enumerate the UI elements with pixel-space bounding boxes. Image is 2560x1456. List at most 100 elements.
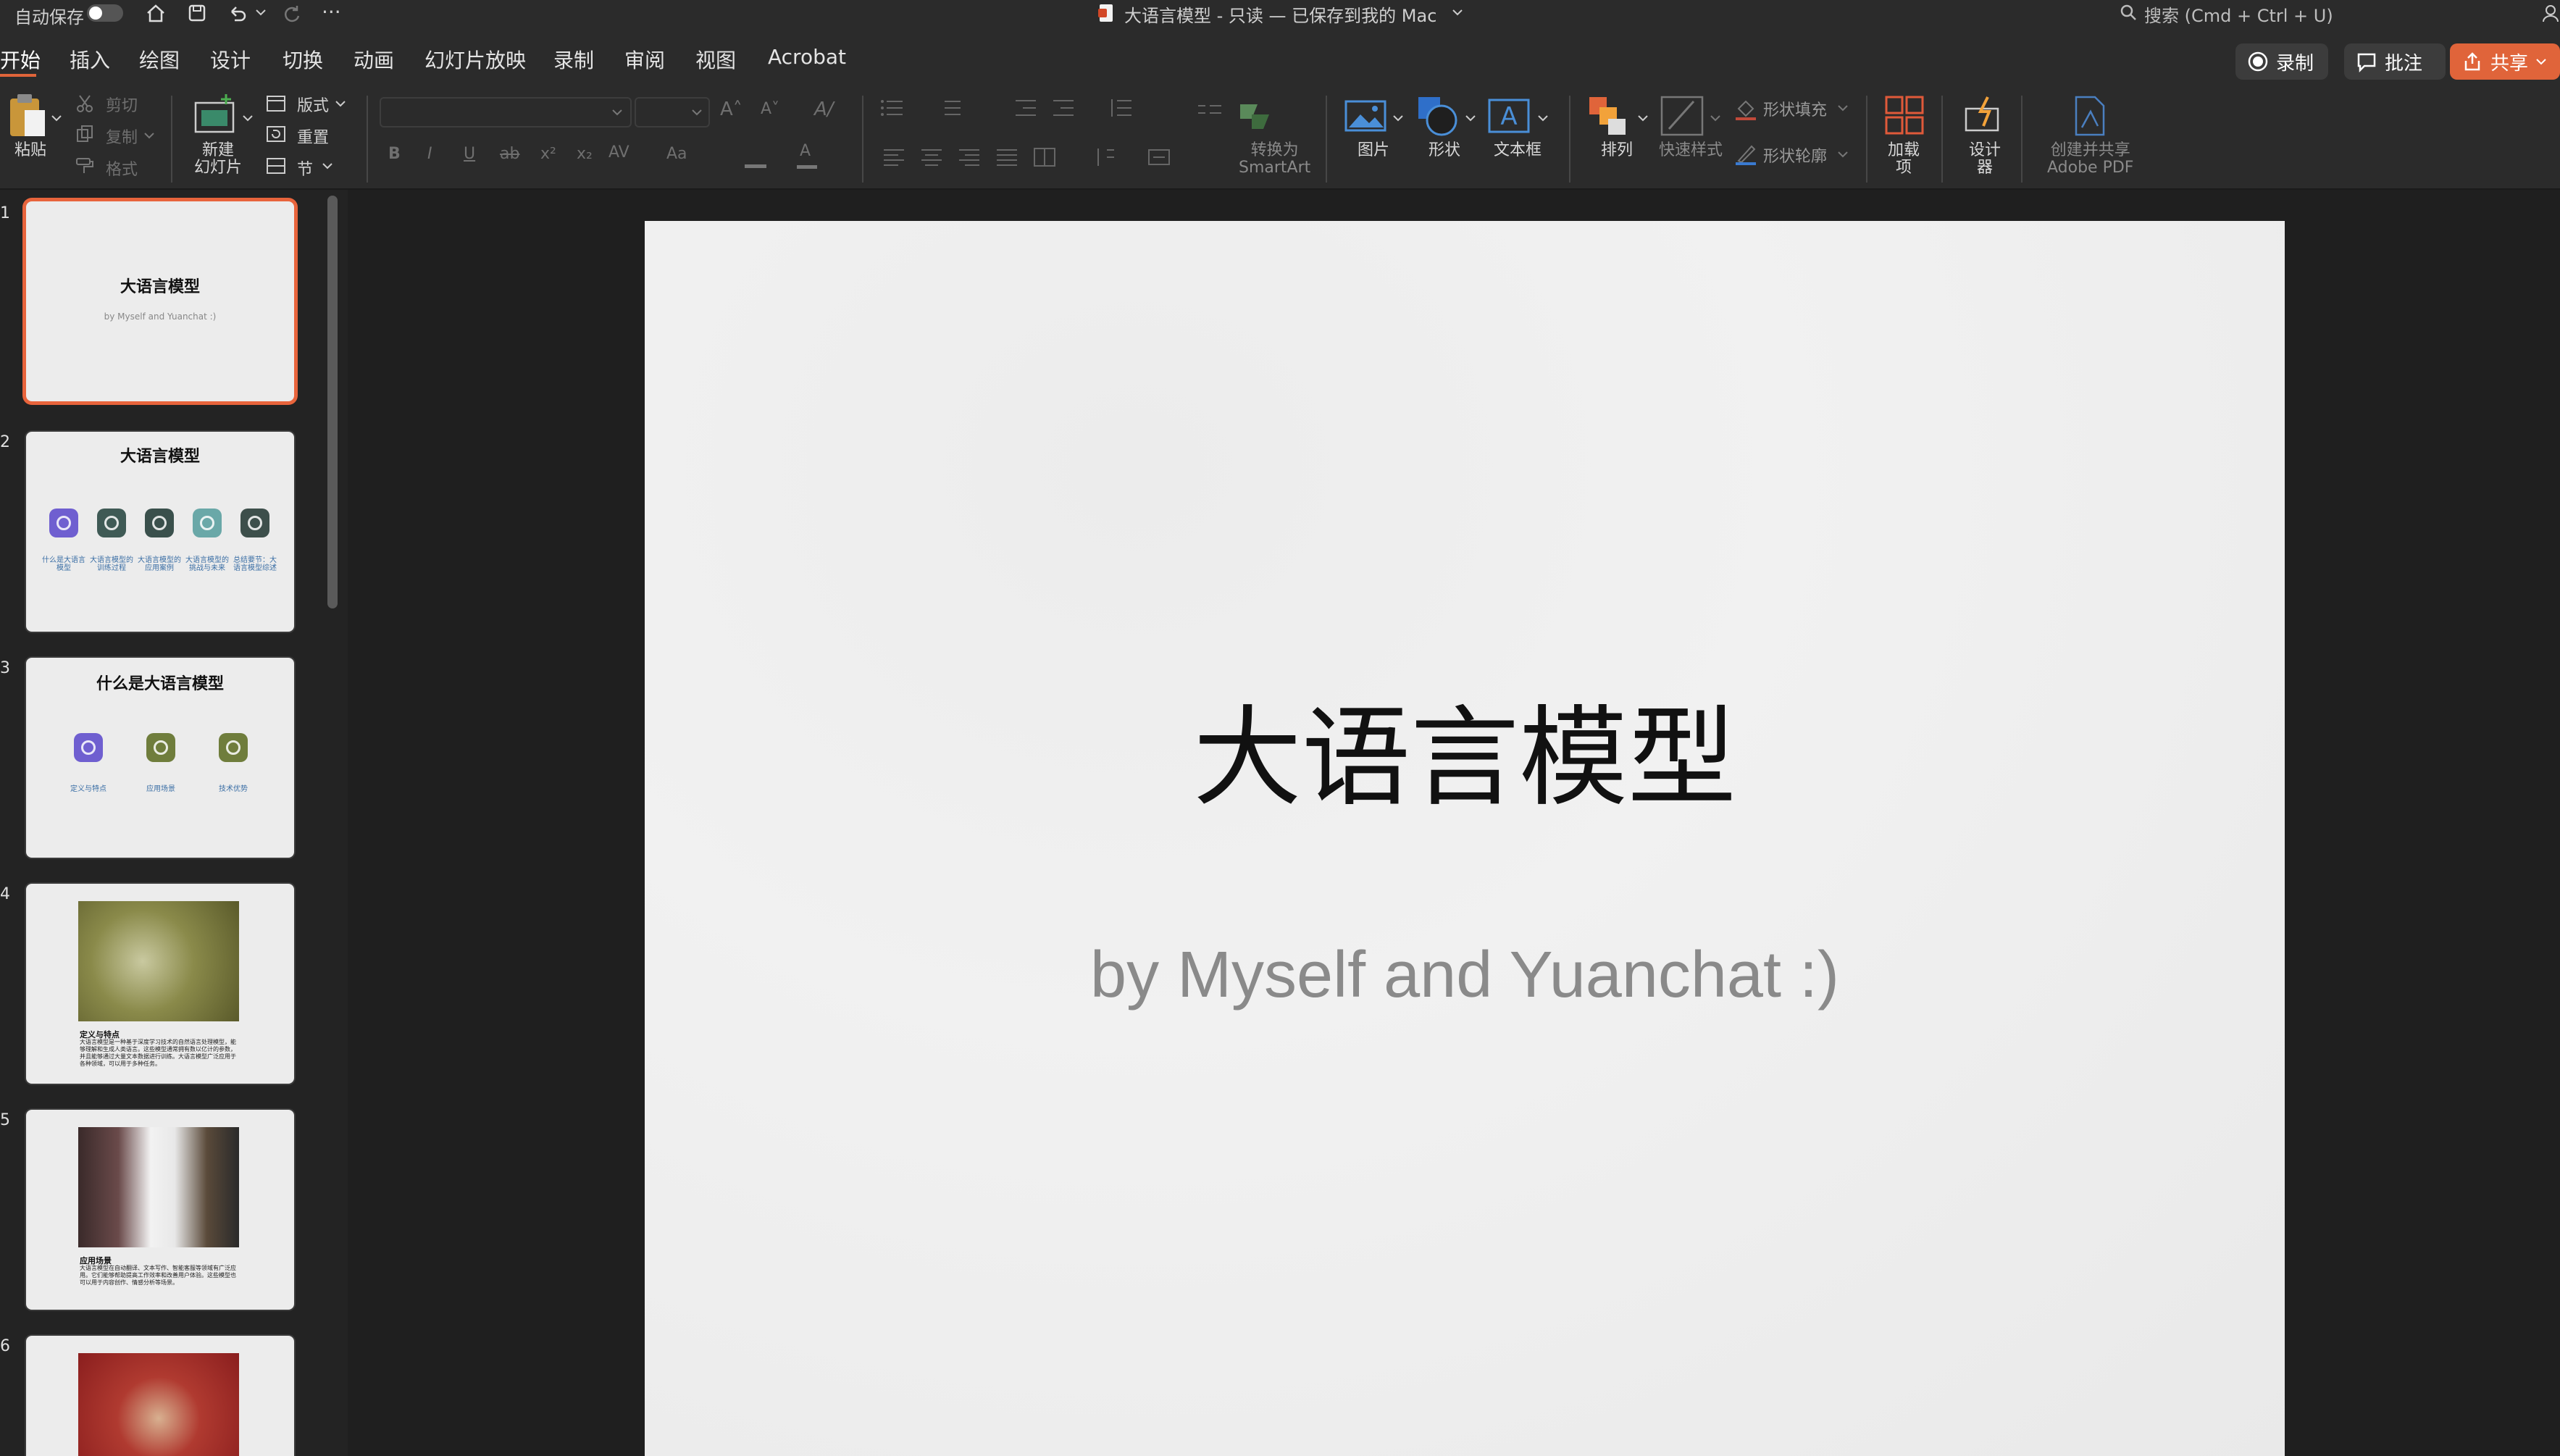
sidebar-scrollbar[interactable] — [327, 196, 338, 608]
record-button[interactable]: 录制 — [2235, 43, 2328, 80]
arrange-dropdown-icon[interactable] — [1637, 113, 1649, 123]
tab-review[interactable]: 审阅 — [624, 45, 665, 74]
text-direction-icon[interactable] — [1092, 146, 1117, 168]
shape-fill-dropdown-icon[interactable] — [1837, 103, 1849, 113]
font-size-select[interactable] — [635, 97, 710, 127]
search-box[interactable]: 搜索 (Cmd + Ctrl + U) — [2112, 0, 2518, 26]
strikethrough-icon[interactable]: ab — [500, 145, 519, 163]
subscript-icon[interactable]: x₂ — [577, 145, 593, 163]
italic-icon[interactable]: I — [427, 145, 432, 163]
home-icon[interactable] — [145, 3, 167, 23]
slide-thumbnail-4[interactable]: 定义与特点 大语言模型是一种基于深度学习技术的自然语言处理模型，能够理解和生成人… — [26, 884, 294, 1084]
cut-icon[interactable] — [75, 94, 94, 113]
line-spacing-icon[interactable] — [1108, 97, 1134, 119]
align-left-icon[interactable] — [882, 146, 907, 168]
picture-icon[interactable] — [1343, 96, 1389, 136]
tab-view[interactable]: 视图 — [695, 45, 736, 74]
shape-outline-dropdown-icon[interactable] — [1837, 149, 1849, 159]
title-dropdown-icon[interactable] — [1452, 7, 1463, 17]
new-slide-dropdown-icon[interactable] — [242, 113, 254, 123]
slide-thumbnail-3[interactable]: 什么是大语言模型 定义与特点 应用场景 技术优势 — [26, 658, 294, 858]
share-button[interactable]: 共享 — [2450, 43, 2560, 80]
undo-dropdown-icon[interactable] — [255, 7, 267, 17]
tab-transitions[interactable]: 切换 — [283, 45, 323, 74]
smartart-list-icon[interactable] — [1197, 101, 1223, 119]
slide-thumbnail-6[interactable] — [26, 1336, 294, 1456]
layout-label[interactable]: 版式 — [297, 93, 329, 116]
slide-thumbnail-5[interactable]: 应用场景 大语言模型在自动翻译、文本写作、智能客服等领域有广泛应用。它们能够帮助… — [26, 1110, 294, 1310]
tab-acrobat[interactable]: Acrobat — [768, 45, 846, 69]
picture-dropdown-icon[interactable] — [1392, 113, 1404, 123]
shapes-dropdown-icon[interactable] — [1465, 113, 1476, 123]
layout-icon[interactable] — [265, 94, 287, 113]
copy-dropdown-icon[interactable] — [143, 130, 155, 141]
decrease-font-icon[interactable]: A˅ — [761, 100, 779, 118]
shape-fill-icon[interactable] — [1734, 97, 1757, 120]
tab-insert[interactable]: 插入 — [70, 45, 110, 74]
tab-record[interactable]: 录制 — [553, 45, 594, 74]
quick-styles-dropdown-icon[interactable] — [1710, 113, 1721, 123]
slide-thumbnail-2[interactable]: 大语言模型 什么是大语言模型 大语言模型的训练过程 大语言模型的应用案例 大语言… — [26, 432, 294, 632]
decrease-indent-icon[interactable] — [1013, 97, 1039, 119]
tab-slideshow[interactable]: 幻灯片放映 — [424, 45, 526, 74]
format-painter-icon[interactable] — [75, 156, 94, 175]
font-name-select[interactable] — [380, 97, 632, 127]
tab-animations[interactable]: 动画 — [354, 45, 394, 74]
shape-fill-label[interactable]: 形状填充 — [1763, 97, 1827, 120]
copy-label[interactable]: 复制 — [106, 125, 138, 148]
current-slide[interactable]: 大语言模型 by Myself and Yuanchat :) — [645, 221, 2285, 1456]
change-case-icon[interactable]: Aa — [666, 145, 687, 163]
account-icon[interactable] — [2541, 3, 2560, 23]
underline-icon[interactable]: U — [464, 145, 475, 163]
shape-outline-icon[interactable] — [1734, 142, 1757, 165]
bullets-icon[interactable] — [879, 97, 905, 119]
increase-indent-icon[interactable] — [1050, 97, 1076, 119]
align-text-icon[interactable] — [1147, 146, 1172, 168]
bold-icon[interactable]: B — [388, 145, 401, 163]
textbox-dropdown-icon[interactable] — [1537, 113, 1549, 123]
undo-icon[interactable] — [226, 3, 248, 23]
columns-icon[interactable] — [1033, 146, 1058, 168]
shape-outline-label[interactable]: 形状轮廓 — [1763, 143, 1827, 167]
increase-font-icon[interactable]: A˄ — [720, 99, 743, 120]
section-dropdown-icon[interactable] — [322, 161, 333, 171]
align-center-icon[interactable] — [920, 146, 945, 168]
character-spacing-icon[interactable]: AV — [608, 143, 629, 162]
addins-icon[interactable] — [1883, 94, 1927, 138]
highlight-icon[interactable] — [743, 146, 768, 168]
paste-dropdown-icon[interactable] — [51, 113, 62, 123]
tab-home[interactable]: 开始 — [0, 45, 41, 74]
quick-styles-icon[interactable] — [1659, 94, 1705, 138]
cut-label[interactable]: 剪切 — [106, 93, 138, 116]
copy-icon[interactable] — [75, 125, 94, 143]
slide-thumbnail-1[interactable]: 大语言模型 by Myself and Yuanchat :) — [26, 201, 294, 401]
section-icon[interactable] — [265, 156, 287, 175]
slide-subtitle[interactable]: by Myself and Yuanchat :) — [645, 938, 2285, 1013]
autosave-toggle[interactable] — [87, 4, 123, 22]
new-slide-icon[interactable] — [191, 93, 238, 136]
redo-icon[interactable] — [281, 3, 303, 23]
tab-draw[interactable]: 绘图 — [139, 45, 180, 74]
reset-icon[interactable] — [265, 125, 287, 143]
reset-label[interactable]: 重置 — [297, 125, 329, 148]
shapes-icon[interactable] — [1415, 94, 1462, 138]
textbox-icon[interactable]: A — [1486, 96, 1533, 136]
justify-icon[interactable] — [995, 146, 1020, 168]
tab-design[interactable]: 设计 — [210, 45, 251, 74]
clear-formatting-icon[interactable]: A∕ — [814, 99, 834, 120]
convert-smartart-icon[interactable] — [1237, 97, 1285, 136]
designer-icon[interactable] — [1962, 94, 2008, 138]
paste-icon[interactable] — [6, 91, 49, 141]
arrange-icon[interactable] — [1586, 94, 1630, 138]
slide-title[interactable]: 大语言模型 — [645, 670, 2285, 827]
numbering-icon[interactable] — [937, 97, 963, 119]
more-icon[interactable]: ··· — [322, 0, 341, 24]
save-icon[interactable] — [187, 3, 207, 23]
comment-button[interactable]: 批注 — [2344, 43, 2446, 80]
align-right-icon[interactable] — [958, 146, 982, 168]
font-color-icon[interactable]: A — [800, 142, 811, 160]
format-painter-label[interactable]: 格式 — [106, 156, 138, 180]
section-label[interactable]: 节 — [297, 156, 313, 180]
superscript-icon[interactable]: x² — [540, 145, 556, 163]
layout-dropdown-icon[interactable] — [335, 99, 346, 109]
